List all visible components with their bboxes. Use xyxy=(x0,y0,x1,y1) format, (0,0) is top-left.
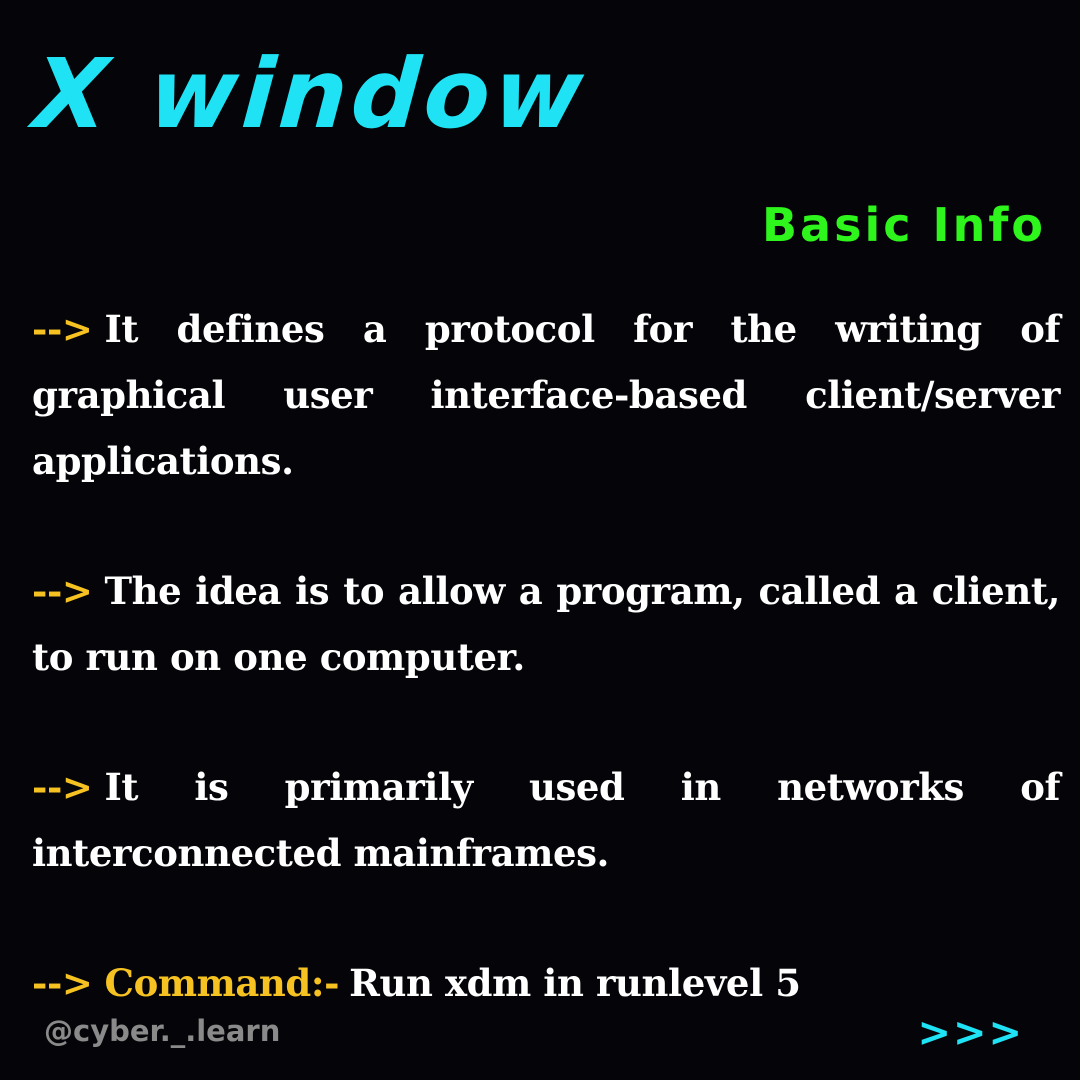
page-title: X window xyxy=(30,38,591,150)
arrow-icon: --> xyxy=(32,307,93,351)
section-subtitle: Basic Info xyxy=(761,198,1046,252)
info-point: --> It is primarily used in networks of i… xyxy=(32,754,1060,886)
info-point-text: The idea is to allow a program, called a… xyxy=(32,569,1060,679)
command-label: Command:- xyxy=(104,961,340,1005)
info-point: --> The idea is to allow a program, calle… xyxy=(32,558,1060,690)
author-handle: @cyber._.learn xyxy=(44,1014,281,1048)
command-point: --> Command:- Run xdm in runlevel 5 xyxy=(32,950,1060,1016)
command-text: Run xdm in runlevel 5 xyxy=(349,961,801,1005)
arrow-icon: --> xyxy=(32,765,93,809)
arrow-icon: --> xyxy=(32,569,93,613)
info-point-text: It is primarily used in networks of inte… xyxy=(32,765,1060,875)
arrow-icon: --> xyxy=(32,961,93,1005)
info-point: --> It defines a protocol for the writing… xyxy=(32,296,1060,494)
info-points: --> It defines a protocol for the writing… xyxy=(32,296,1060,1016)
info-point-text: It defines a protocol for the writing of… xyxy=(32,307,1060,483)
next-arrows-icon[interactable]: >>> xyxy=(917,1010,1024,1056)
